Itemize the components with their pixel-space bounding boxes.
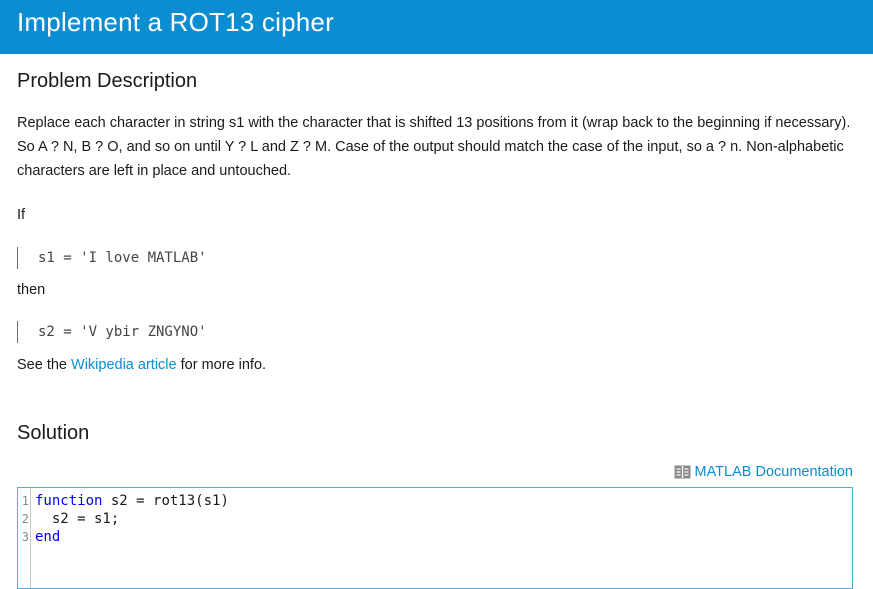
code-keyword: end <box>35 529 61 545</box>
see-suffix: for more info. <box>176 357 267 373</box>
page-header: Implement a ROT13 cipher <box>0 0 873 54</box>
line-number-gutter: 1 2 3 <box>18 488 31 588</box>
code-text: s2 = s1; <box>35 511 120 527</box>
code-line: function s2 = rot13(s1) <box>35 492 229 510</box>
code-keyword: function <box>35 493 103 509</box>
see-more-info: See the Wikipedia article for more info. <box>17 353 857 377</box>
example-output-code: s2 = 'V ybir ZNGYNO' <box>17 321 207 343</box>
line-number: 3 <box>21 530 29 544</box>
matlab-documentation-link[interactable]: MATLAB Documentation <box>674 464 854 480</box>
solution-heading: Solution <box>17 422 90 444</box>
code-editor[interactable]: 1 2 3 function s2 = rot13(s1) s2 = s1; e… <box>17 487 853 589</box>
code-line: end <box>35 528 60 546</box>
line-number: 1 <box>21 494 29 508</box>
line-number: 2 <box>21 512 29 526</box>
book-icon <box>674 465 691 479</box>
problem-description-heading: Problem Description <box>17 70 198 92</box>
if-label: If <box>17 207 26 223</box>
code-line: s2 = s1; <box>35 510 119 528</box>
page-title: Implement a ROT13 cipher <box>17 7 334 37</box>
problem-description-text: Replace each character in string s1 with… <box>17 115 851 179</box>
wikipedia-link[interactable]: Wikipedia article <box>71 357 177 373</box>
code-text: s2 = rot13(s1) <box>102 493 229 509</box>
then-label: then <box>17 282 46 298</box>
example-input-code: s1 = 'I love MATLAB' <box>17 247 207 269</box>
see-prefix: See the <box>17 357 72 373</box>
matlab-documentation-label: MATLAB Documentation <box>694 464 854 480</box>
